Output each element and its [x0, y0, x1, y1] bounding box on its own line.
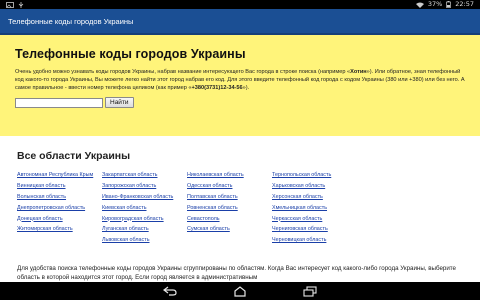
- regions-column-3: Николаевская область Одесская область По…: [187, 172, 272, 244]
- intro-example-city: Хотин: [350, 69, 367, 75]
- description-text: Для удобства поиска телефонные коды горо…: [0, 262, 480, 282]
- regions-section: Все области Украины Автономная Республик…: [0, 136, 480, 270]
- region-link[interactable]: Полтавская область: [187, 194, 272, 201]
- region-link[interactable]: Ивано-Франковская область: [102, 194, 187, 201]
- intro-example-number: +380(3731)12-34-56: [191, 85, 243, 92]
- battery-percent: 37%: [427, 0, 443, 8]
- region-link[interactable]: Винницкая область: [17, 183, 102, 190]
- regions-column-1: Автономная Республика Крым Винницкая обл…: [17, 172, 102, 244]
- recent-apps-button[interactable]: [301, 284, 319, 298]
- back-icon: [163, 286, 177, 296]
- gallery-icon: [6, 1, 14, 8]
- region-link[interactable]: Киевская область: [102, 205, 187, 212]
- region-link[interactable]: Одесская область: [187, 183, 272, 190]
- region-link[interactable]: Сумская область: [187, 226, 272, 233]
- home-icon: [234, 285, 246, 297]
- region-link[interactable]: Автономная Республика Крым: [17, 172, 102, 179]
- region-link[interactable]: Днепропетровская область: [17, 205, 102, 212]
- regions-column-4: Тернопольская область Харьковская област…: [272, 172, 357, 244]
- page-title: Телефонные коды городов Украины: [15, 47, 246, 61]
- status-right: 37% 22:57: [415, 0, 474, 9]
- region-link[interactable]: Хмельницкая область: [272, 205, 357, 212]
- region-link[interactable]: Львовская область: [102, 237, 187, 244]
- region-link[interactable]: Севастополь: [187, 216, 272, 223]
- search-input[interactable]: [15, 97, 103, 108]
- region-link[interactable]: Тернопольская область: [272, 172, 357, 179]
- back-button[interactable]: [161, 284, 179, 298]
- region-link[interactable]: Луганская область: [102, 226, 187, 233]
- region-link[interactable]: Черкасская область: [272, 216, 357, 223]
- home-button[interactable]: [231, 284, 249, 298]
- intro-section: Телефонные коды городов Украины Очень уд…: [0, 35, 480, 136]
- regions-title: Все области Украины: [17, 150, 131, 162]
- search-button[interactable]: Найти: [105, 97, 134, 109]
- regions-grid: Автономная Республика Крым Винницкая обл…: [17, 172, 480, 244]
- regions-column-2: Закарпатская область Запорожская область…: [102, 172, 187, 244]
- wifi-icon: [415, 2, 424, 8]
- site-header: Телефонные коды городов Украины: [0, 9, 480, 35]
- region-link[interactable]: Запорожская область: [102, 183, 187, 190]
- region-link[interactable]: Николаевская область: [187, 172, 272, 179]
- region-link[interactable]: Кировоградская область: [102, 216, 187, 223]
- region-link[interactable]: Житомирская область: [17, 226, 102, 233]
- region-link[interactable]: Херсонская область: [272, 194, 357, 201]
- region-link[interactable]: Донецкая область: [17, 216, 102, 223]
- intro-text-1: Очень удобно можно узнавать коды городов…: [15, 69, 351, 75]
- status-bar: 37% 22:57: [0, 0, 480, 9]
- usb-icon: [18, 1, 24, 8]
- region-link[interactable]: Черниговская область: [272, 226, 357, 233]
- android-nav-bar: [0, 282, 480, 300]
- region-link[interactable]: Закарпатская область: [102, 172, 187, 179]
- clock: 22:57: [455, 0, 474, 8]
- search-row: Найти: [15, 97, 465, 109]
- site-header-title[interactable]: Телефонные коды городов Украины: [8, 17, 133, 26]
- battery-icon: [446, 1, 452, 8]
- region-link[interactable]: Черновицкая область: [272, 237, 357, 244]
- recent-apps-icon: [303, 285, 317, 297]
- intro-paragraph: Очень удобно можно узнавать коды городов…: [15, 68, 465, 92]
- status-left: [6, 1, 24, 8]
- region-link[interactable]: Ровненская область: [187, 205, 272, 212]
- region-link[interactable]: Волынская область: [17, 194, 102, 201]
- region-link[interactable]: Харьковская область: [272, 183, 357, 190]
- intro-text-3: »).: [242, 85, 250, 92]
